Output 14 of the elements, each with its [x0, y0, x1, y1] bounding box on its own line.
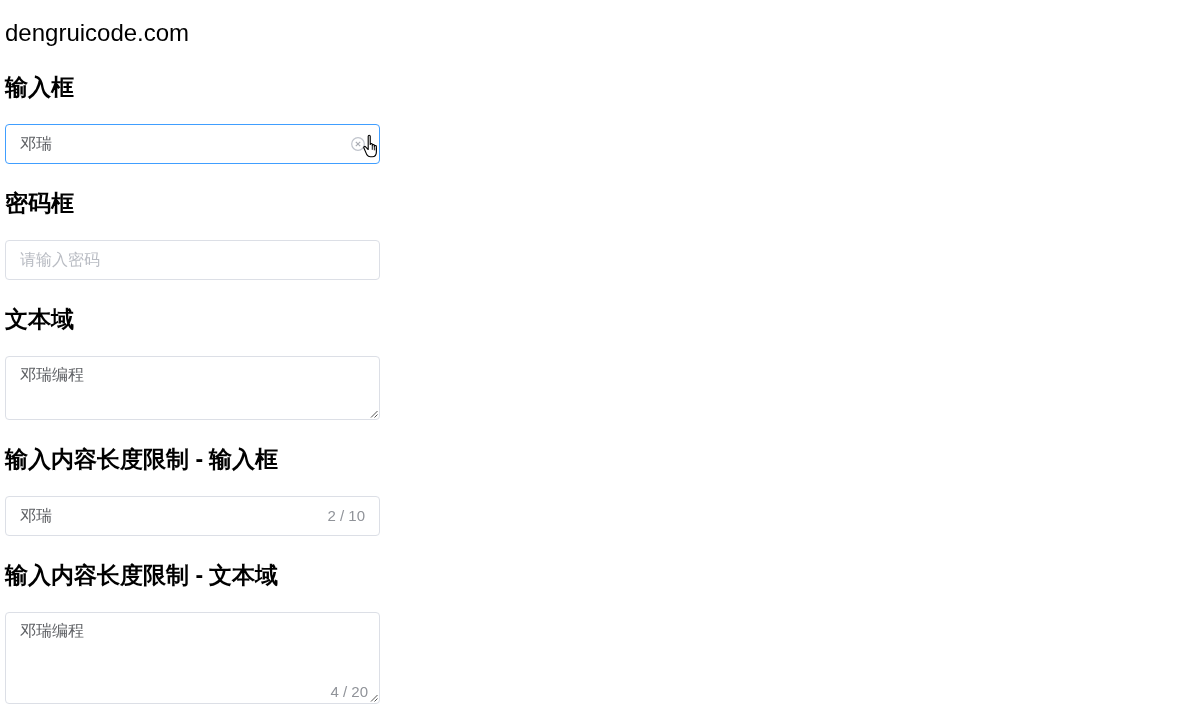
- input-field[interactable]: 邓瑞: [5, 124, 380, 164]
- section-heading: 输入框: [5, 73, 74, 102]
- character-count: 2 / 10: [327, 507, 365, 525]
- clear-icon[interactable]: [351, 137, 365, 151]
- character-count: 4 / 20: [330, 683, 368, 701]
- section-heading: 密码框: [5, 189, 74, 218]
- section-heading: 输入内容长度限制 - 输入框: [5, 445, 279, 474]
- section-heading: 输入内容长度限制 - 文本域: [5, 561, 279, 590]
- resize-grip-icon[interactable]: [370, 410, 378, 418]
- section-heading: 文本域: [5, 305, 74, 334]
- site-title: dengruicode.com: [5, 18, 190, 48]
- textarea-field[interactable]: 邓瑞编程: [5, 356, 380, 420]
- password-field[interactable]: 请输入密码: [5, 240, 380, 280]
- resize-grip-icon[interactable]: [370, 694, 378, 702]
